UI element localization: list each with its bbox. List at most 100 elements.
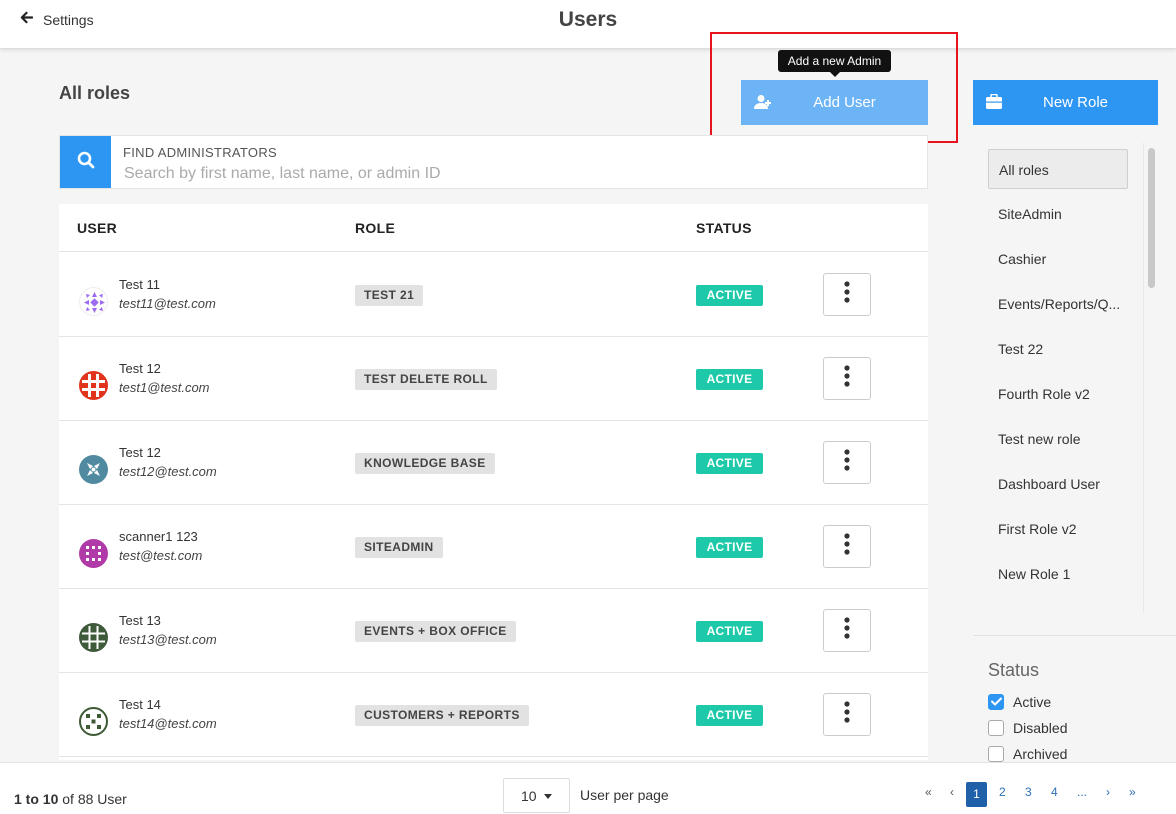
avatar (79, 539, 108, 568)
pagination-footer: 1 to 10 of 88 User 10 User per page « ‹ … (0, 762, 1176, 814)
pager-page-2[interactable]: 2 (999, 785, 1006, 799)
section-title: All roles (59, 83, 131, 103)
user-email: test1@test.com (119, 380, 210, 395)
search-icon (77, 151, 95, 174)
pager-page-1[interactable]: 1 (966, 782, 987, 807)
role-filter-all-roles[interactable]: All roles (988, 149, 1128, 189)
search-input[interactable] (122, 163, 902, 185)
role-badge: SITEADMIN (355, 537, 443, 558)
status-badge: ACTIVE (696, 537, 763, 558)
search-button[interactable] (60, 136, 111, 188)
column-header-status: STATUS (696, 220, 752, 236)
user-email: test11@test.com (119, 296, 216, 311)
archived-checkbox-label: Archived (1013, 746, 1068, 762)
users-table: USER ROLE STATUS Test 11 test11@test.com… (59, 204, 928, 760)
user-email: test12@test.com (119, 464, 217, 479)
row-menu-button[interactable] (823, 273, 871, 316)
kebab-menu-icon (844, 701, 850, 728)
top-header: Settings Users (0, 0, 1176, 49)
status-filter-active[interactable]: Active (988, 694, 1051, 710)
user-name: Test 12 (119, 445, 161, 460)
status-badge: ACTIVE (696, 453, 763, 474)
avatar (79, 371, 108, 400)
user-email: test@test.com (119, 548, 203, 563)
role-filter-fourth-role-v2[interactable]: Fourth Role v2 (988, 374, 1128, 414)
per-page-value: 10 (521, 787, 537, 804)
pager-next[interactable]: › (1106, 785, 1110, 799)
role-filter-siteadmin[interactable]: SiteAdmin (988, 194, 1128, 234)
role-badge: TEST 21 (355, 285, 424, 306)
role-filter-test-new-role[interactable]: Test new role (988, 419, 1128, 459)
user-plus-icon (754, 94, 772, 110)
status-filter-archived[interactable]: Archived (988, 746, 1067, 762)
table-row: Test 12 test12@test.com KNOWLEDGE BASE A… (59, 421, 928, 505)
table-header: USER ROLE STATUS (59, 204, 928, 252)
row-menu-button[interactable] (823, 525, 871, 568)
active-checkbox-label: Active (1013, 694, 1052, 710)
status-badge: ACTIVE (696, 705, 763, 726)
active-checkbox[interactable] (988, 694, 1004, 710)
row-menu-button[interactable] (823, 609, 871, 652)
row-menu-button[interactable] (823, 441, 871, 484)
user-email: test13@test.com (119, 632, 217, 647)
sidebar-divider (973, 635, 1176, 636)
status-badge: ACTIVE (696, 621, 763, 642)
role-badge: EVENTS + BOX OFFICE (355, 621, 516, 642)
role-filter-test-22[interactable]: Test 22 (988, 329, 1128, 369)
row-menu-button[interactable] (823, 357, 871, 400)
search-box: FIND ADMINISTRATORS (59, 135, 928, 189)
kebab-menu-icon (844, 365, 850, 392)
column-header-user: USER (77, 220, 118, 236)
add-user-button[interactable]: Add User (741, 80, 928, 125)
roles-scrollbar[interactable] (1143, 143, 1158, 613)
table-row: Test 13 test13@test.com EVENTS + BOX OFF… (59, 589, 928, 673)
user-name: Test 12 (119, 361, 161, 376)
pager-page-3[interactable]: 3 (1025, 785, 1032, 799)
table-row: Test 14 test14@test.com CUSTOMERS + REPO… (59, 673, 928, 757)
role-filter-new-role-2[interactable]: New Role 2 (988, 599, 1128, 614)
role-badge: TEST DELETE ROLL (355, 369, 497, 390)
disabled-checkbox-label: Disabled (1013, 720, 1068, 736)
disabled-checkbox[interactable] (988, 720, 1004, 736)
column-header-role: ROLE (355, 220, 396, 236)
page-title: Users (558, 8, 618, 31)
pager-page-4[interactable]: 4 (1051, 785, 1058, 799)
user-name: Test 13 (119, 613, 161, 628)
role-filter-dashboard-user[interactable]: Dashboard User (988, 464, 1128, 504)
role-filter-new-role-1[interactable]: New Role 1 (988, 554, 1128, 594)
avatar (79, 623, 108, 652)
new-role-button[interactable]: New Role (973, 80, 1158, 125)
kebab-menu-icon (844, 281, 850, 308)
user-name: scanner1 123 (119, 529, 198, 544)
role-filter-cashier[interactable]: Cashier (988, 239, 1128, 279)
per-page-select[interactable]: 10 (503, 778, 570, 813)
per-page-label: User per page (580, 787, 669, 803)
check-icon (990, 693, 1002, 711)
pager-first[interactable]: « (925, 785, 932, 799)
add-user-tooltip: Add a new Admin (778, 50, 891, 77)
archived-checkbox[interactable] (988, 746, 1004, 762)
pager-last[interactable]: » (1129, 785, 1136, 799)
avatar (79, 455, 108, 484)
pager-ellipsis[interactable]: ... (1077, 785, 1087, 799)
kebab-menu-icon (844, 533, 850, 560)
role-filter-first-role-v2[interactable]: First Role v2 (988, 509, 1128, 549)
table-row: Test 11 test11@test.com TEST 21 ACTIVE (59, 253, 928, 337)
status-badge: ACTIVE (696, 285, 763, 306)
user-name: Test 14 (119, 697, 161, 712)
table-row: Test 12 test1@test.com TEST DELETE ROLL … (59, 337, 928, 421)
briefcase-icon (986, 93, 1002, 109)
status-filter-disabled[interactable]: Disabled (988, 720, 1067, 736)
avatar (79, 707, 108, 736)
role-filter-events-reports[interactable]: Events/Reports/Q... (988, 284, 1128, 324)
kebab-menu-icon (844, 617, 850, 644)
results-range: 1 to 10 of 88 User (14, 791, 127, 807)
avatar (79, 287, 108, 316)
pager-prev[interactable]: ‹ (950, 785, 954, 799)
kebab-menu-icon (844, 449, 850, 476)
role-badge: CUSTOMERS + REPORTS (355, 705, 529, 726)
status-badge: ACTIVE (696, 369, 763, 390)
scrollbar-thumb[interactable] (1148, 148, 1155, 288)
status-filter-heading: Status (988, 660, 1040, 680)
row-menu-button[interactable] (823, 693, 871, 736)
